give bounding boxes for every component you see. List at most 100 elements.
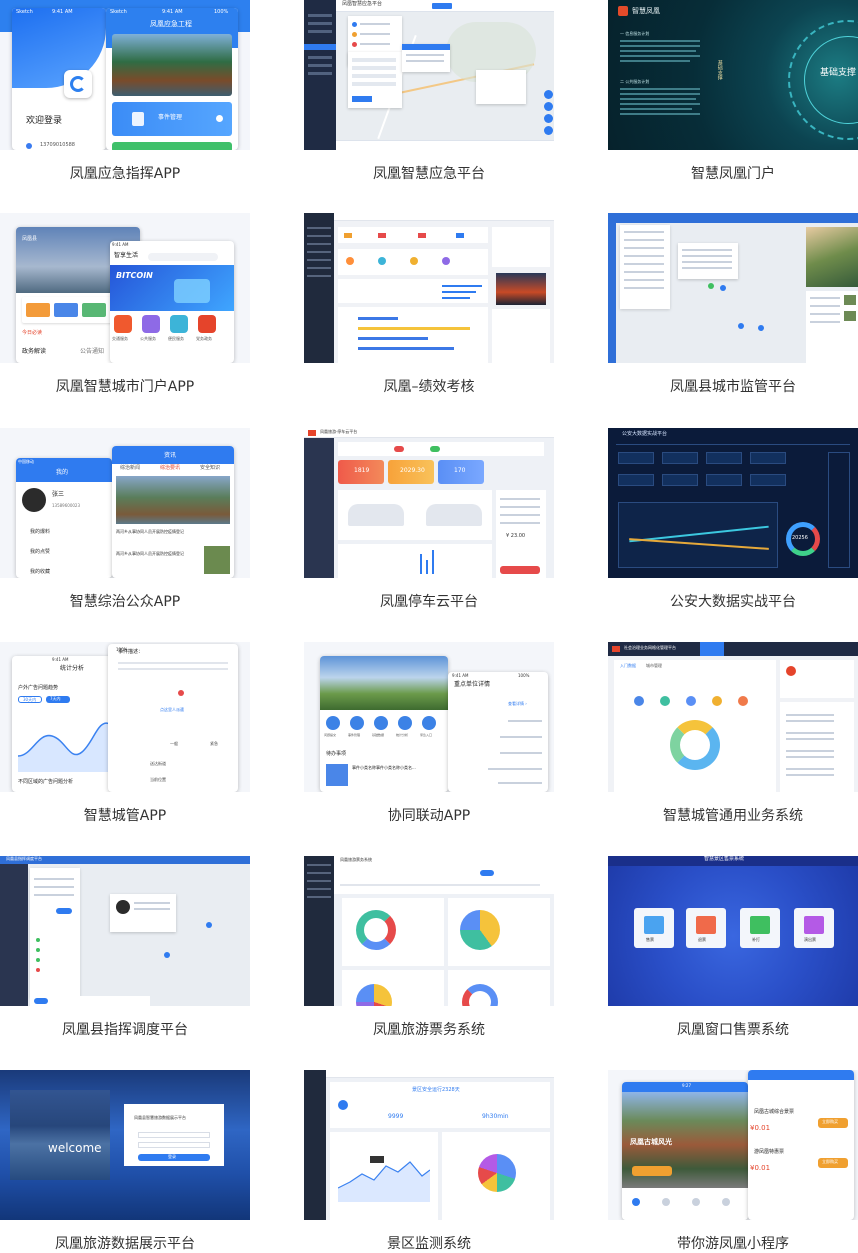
news-headline[interactable]: 两河乡从事协同人员开展防控疫情登记 [116, 529, 184, 535]
city-title: 凤凰县 [22, 236, 38, 242]
tab-city[interactable]: 城市管理 [646, 663, 662, 669]
avatar[interactable] [786, 666, 796, 676]
toggle-30days[interactable]: 30天内 [18, 696, 42, 703]
menu-reports[interactable]: 我的爆料 [30, 529, 50, 536]
tree-panel[interactable] [620, 225, 670, 309]
map-marker-icon[interactable] [164, 952, 170, 958]
popup-card[interactable] [402, 44, 450, 72]
data-icon[interactable] [374, 716, 388, 730]
close-icon[interactable] [178, 690, 184, 696]
traffic-service-icon[interactable] [114, 315, 132, 333]
map-marker-icon[interactable] [758, 325, 764, 331]
view-detail-link[interactable]: 查看详情 › [508, 701, 527, 707]
section-b: 二 公共服务计划 [620, 79, 650, 84]
level-normal[interactable]: 一般 [170, 741, 178, 747]
map-tool-icon[interactable] [544, 126, 553, 135]
avatar[interactable] [22, 488, 46, 512]
scene-photo[interactable] [806, 227, 858, 287]
map-tool-icon[interactable] [544, 114, 553, 123]
tab-key-news[interactable]: 综治要讯 [160, 465, 180, 472]
public-service-icon[interactable] [142, 315, 160, 333]
password-input[interactable] [138, 1142, 210, 1148]
tab-safety[interactable]: 安全知识 [200, 465, 220, 472]
portal-screen-right: 9:41 AM 智享生活 BITCOIN 交通服务 公共服务 便民服务 党务政务 [110, 241, 234, 363]
party-affairs-icon[interactable] [198, 315, 216, 333]
stats-icon[interactable] [398, 716, 412, 730]
map-marker-icon[interactable] [738, 323, 744, 329]
parking-title: 凤凰旅游·停车云平台 [320, 429, 358, 434]
event-icon[interactable] [350, 716, 364, 730]
buy-button[interactable]: 立即购买 [818, 1158, 848, 1168]
card-caption: 智慧凤凰门户 [691, 166, 775, 182]
next-menu-button[interactable] [112, 142, 232, 150]
menu-likes[interactable]: 我的点赞 [30, 549, 50, 556]
ticket-name[interactable]: 凤凰古城综合景票 [754, 1109, 794, 1116]
carrier: 中国移动 [18, 459, 34, 464]
submit-icon[interactable] [326, 716, 340, 730]
settle-button[interactable] [500, 566, 540, 574]
thumbnail-smart-portal: 智慧凤凰 一 信息服务计划 二 公共服务计划 基础支撑 基础支撑 [608, 0, 858, 150]
map-marker-icon[interactable] [720, 285, 726, 291]
search-input[interactable] [148, 253, 218, 261]
car-images [338, 490, 492, 540]
bitcoin-banner[interactable]: BITCOIN [110, 265, 234, 311]
address-b[interactable]: 当前位置 [150, 777, 166, 783]
address-a[interactable]: 送达街道 [150, 761, 166, 767]
tab-news[interactable]: 综治新闻 [120, 465, 140, 472]
refund-ticket-button[interactable]: 退票 [686, 908, 726, 948]
sell-ticket-button[interactable]: 售票 [634, 908, 674, 948]
todo-item[interactable]: 事件小类名称事件小类名称小类名... [352, 765, 416, 771]
resource-list[interactable] [30, 868, 80, 998]
card-caption: 凤凰县城市监管平台 [670, 379, 796, 395]
convenience-service-icon[interactable] [170, 315, 188, 333]
topbar: 凤凰智慧应急平台 [336, 0, 554, 12]
app-title: 凤凰应急工程 [150, 20, 192, 28]
reprint-button[interactable]: 补打 [740, 908, 780, 948]
card-caption: 智慧综治公众APP [69, 594, 181, 610]
show-ticket-button[interactable]: 演出票 [794, 908, 834, 948]
menu-favorites[interactable]: 我的收藏 [30, 569, 50, 576]
tab-notice[interactable]: 公告通知 [80, 348, 104, 356]
tab-data[interactable]: 入门数据 [620, 663, 636, 669]
map-marker-icon[interactable] [206, 922, 212, 928]
event-management-button[interactable]: 事件管理 [112, 102, 232, 136]
map-marker-icon[interactable] [708, 283, 714, 289]
map-popup[interactable] [678, 243, 738, 279]
dispatch-link[interactable]: 点这里人派遣 [160, 707, 184, 713]
parking-fee: ¥ 23.00 [506, 533, 526, 539]
thumbnail-parking: 凤凰旅游·停车云平台 1819 2029.30 170 ¥ 23.00 [304, 428, 554, 578]
stat-card-red: 1819 [338, 460, 384, 484]
person-popup[interactable] [110, 894, 176, 932]
news-photo[interactable] [116, 476, 230, 524]
news-photo[interactable] [496, 273, 546, 305]
level-urgent[interactable]: 紧急 [210, 741, 218, 747]
emergency-icon[interactable] [422, 716, 436, 730]
ticket-name[interactable]: 游凤凰特惠票 [754, 1149, 784, 1156]
toggle-7days[interactable]: 7天内 [46, 696, 70, 703]
document-icon [132, 112, 144, 126]
status-time: 9:27 [682, 1083, 691, 1088]
bottom-toolbar [336, 140, 554, 150]
phone-input[interactable]: 13709010588 [40, 142, 75, 149]
collab-home-screen: 问题提交 事件管理 基础数据 统计分析 紧急入口 待办事项 事件小类名称事件小类… [320, 656, 448, 792]
map-tool-icon[interactable] [544, 102, 553, 111]
form-panel[interactable] [348, 52, 402, 108]
ticket-price: ¥0.01 [750, 1124, 771, 1132]
ticketing-title: 凤凰旅游票务系统 [340, 857, 372, 862]
icon-label: 交通服务 [112, 336, 128, 341]
news-headline[interactable]: 两河乡从事协同人员开展防控疫情登记 [116, 551, 184, 557]
buy-button[interactable]: 立即购买 [818, 1118, 848, 1128]
map-tool-icon[interactable] [544, 90, 553, 99]
visitor-count: 9999 [388, 1113, 404, 1120]
login-button[interactable]: 登录 [138, 1154, 210, 1161]
stat-value: 2029.30 [400, 467, 425, 474]
battery-label: 100% [214, 9, 229, 15]
status-left-2: Sketch [110, 9, 127, 15]
login-panel: 凤凰县智慧旅游数据展示平台 登录 [124, 1104, 224, 1166]
trend-chart [618, 502, 778, 568]
section-a: 一 信息服务计划 [620, 31, 650, 36]
battery-label: 100% [518, 673, 530, 678]
app-logo-icon [64, 70, 92, 98]
username-input[interactable] [138, 1132, 210, 1138]
tab-policy[interactable]: 政务解读 [22, 348, 46, 356]
